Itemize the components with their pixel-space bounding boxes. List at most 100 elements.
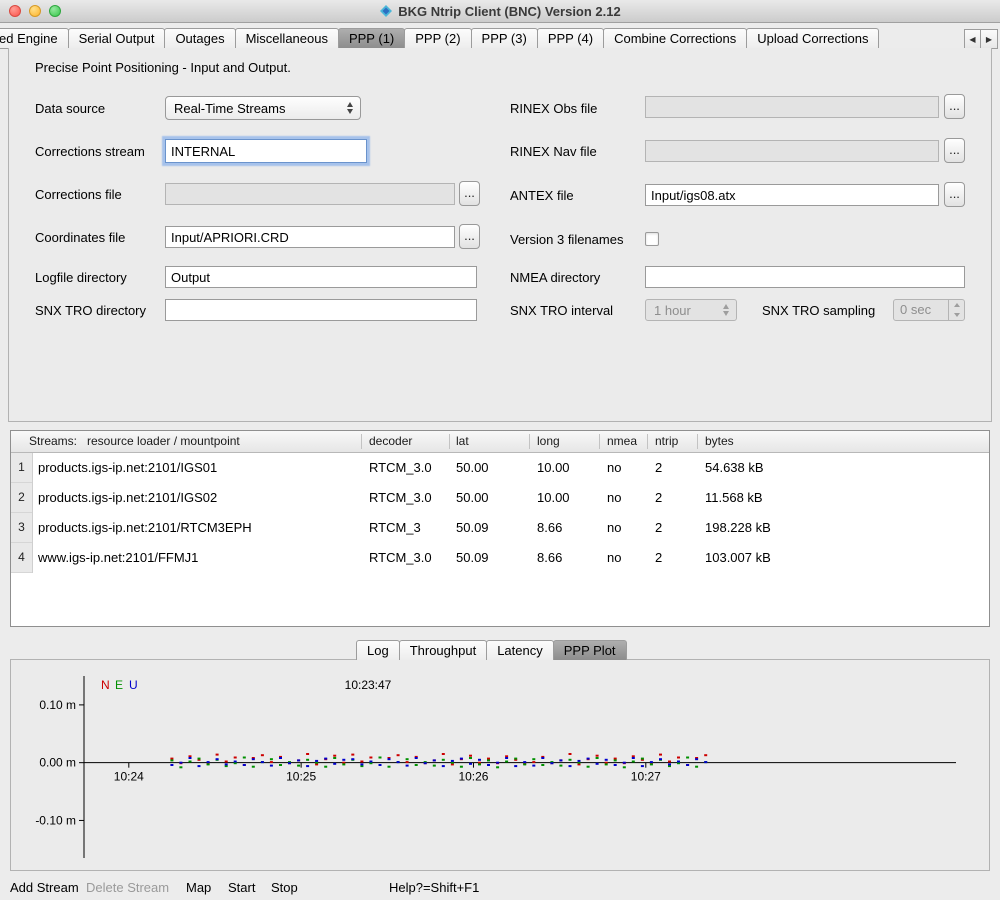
title-bar[interactable]: BKG Ntrip Client (BNC) Version 2.12 (0, 0, 1000, 23)
ppp-point-U (505, 757, 508, 759)
ppp-point-U (641, 765, 644, 767)
antex-file-browse-button[interactable]: ... (944, 182, 965, 207)
tab-log[interactable]: Log (356, 640, 400, 660)
ppp-point-N (668, 761, 671, 763)
streams-table-header: Streams: resource loader / mountpoint de… (11, 431, 989, 453)
tab-ppp-2[interactable]: PPP (2) (404, 28, 471, 48)
ppp-point-U (587, 758, 590, 760)
tab-ppp-plot[interactable]: PPP Plot (553, 640, 627, 660)
tab-feed-engine[interactable]: ed Engine (0, 28, 69, 48)
ppp-point-U (333, 763, 336, 765)
ppp-point-U (279, 757, 282, 759)
plot-legend-E: E (115, 678, 123, 692)
header-ntrip[interactable]: ntrip (655, 431, 678, 452)
coordinates-file-browse-button[interactable]: ... (459, 224, 480, 249)
data-source-select[interactable]: Real-Time Streams (165, 96, 361, 120)
ppp-point-E (433, 765, 436, 767)
corrections-file-input (165, 183, 455, 205)
start-button[interactable]: Start (228, 880, 255, 895)
table-row[interactable]: www.igs-ip.net:2101/FFMJ1 RTCM_3.0 50.09… (11, 543, 989, 573)
bnc-window: BKG Ntrip Client (BNC) Version 2.12 ed E… (0, 0, 1000, 900)
tab-combine-corrections[interactable]: Combine Corrections (603, 28, 747, 48)
tab-upload-corrections[interactable]: Upload Corrections (746, 28, 879, 48)
cell-long: 10.00 (537, 483, 570, 513)
snx-tro-sampling-label: SNX TRO sampling (762, 303, 875, 318)
tab-throughput[interactable]: Throughput (399, 640, 488, 660)
ppp-point-U (351, 758, 354, 760)
header-separator (599, 434, 600, 449)
ppp-point-E (379, 757, 382, 759)
cell-bytes: 54.638 kB (705, 453, 764, 483)
cell-decoder: RTCM_3 (369, 513, 421, 543)
combo-arrows-icon (718, 304, 736, 316)
ppp-point-E (532, 758, 535, 760)
coordinates-file-input[interactable] (165, 226, 455, 248)
tab-scroll-left-icon[interactable]: ◀ (964, 29, 981, 49)
tab-latency[interactable]: Latency (486, 640, 554, 660)
table-row[interactable]: products.igs-ip.net:2101/IGS02 RTCM_3.0 … (11, 483, 989, 513)
version3-filenames-checkbox[interactable] (645, 232, 659, 246)
ppp-point-E (523, 763, 526, 765)
tab-ppp-3[interactable]: PPP (3) (471, 28, 538, 48)
ppp-point-E (315, 762, 318, 764)
tab-outages[interactable]: Outages (164, 28, 235, 48)
ppp-point-U (379, 764, 382, 766)
corrections-file-browse-button[interactable]: ... (459, 181, 480, 206)
header-lat[interactable]: lat (456, 431, 469, 452)
ppp-point-U (668, 763, 671, 765)
ppp-point-E (297, 765, 300, 767)
ppp-point-U (369, 761, 372, 763)
snx-tro-directory-input[interactable] (165, 299, 477, 321)
header-decoder[interactable]: decoder (369, 431, 412, 452)
header-mountpoint[interactable]: Streams: resource loader / mountpoint (29, 431, 240, 452)
rinex-nav-browse-button[interactable]: ... (944, 138, 965, 163)
ppp-point-E (243, 757, 246, 759)
corrections-stream-label: Corrections stream (35, 144, 145, 159)
cell-lat: 50.09 (456, 513, 489, 543)
ppp-point-N (578, 763, 581, 765)
nmea-directory-input[interactable] (645, 266, 965, 288)
ppp-point-E (207, 763, 210, 765)
table-row[interactable]: products.igs-ip.net:2101/IGS01 RTCM_3.0 … (11, 453, 989, 483)
tab-ppp-4[interactable]: PPP (4) (537, 28, 604, 48)
header-bytes[interactable]: bytes (705, 431, 734, 452)
ppp-point-N (614, 758, 617, 760)
ppp-point-U (261, 761, 264, 763)
tab-serial-output[interactable]: Serial Output (68, 28, 166, 48)
ppp-point-N (487, 758, 490, 760)
ppp-point-U (388, 758, 391, 760)
tab-ppp-1[interactable]: PPP (1) (338, 28, 405, 48)
cell-mountpoint: products.igs-ip.net:2101/IGS01 (38, 453, 217, 483)
tab-miscellaneous[interactable]: Miscellaneous (235, 28, 339, 48)
rinex-obs-browse-button[interactable]: ... (944, 94, 965, 119)
ppp-point-U (451, 760, 454, 762)
ppp-point-U (704, 761, 707, 763)
ppp-point-E (189, 761, 192, 763)
plot-legend-U: U (129, 678, 138, 692)
ppp-point-U (523, 761, 526, 763)
corrections-stream-input[interactable] (165, 139, 367, 163)
ppp-point-N (704, 754, 707, 756)
antex-file-input[interactable] (645, 184, 939, 206)
stop-button[interactable]: Stop (271, 880, 298, 895)
ppp-point-N (315, 763, 318, 765)
map-button[interactable]: Map (186, 880, 211, 895)
rinex-nav-input (645, 140, 939, 162)
logfile-directory-input[interactable] (165, 266, 477, 288)
header-long[interactable]: long (537, 431, 560, 452)
cell-nmea: no (607, 513, 621, 543)
ppp-point-U (234, 761, 237, 763)
table-row[interactable]: products.igs-ip.net:2101/RTCM3EPH RTCM_3… (11, 513, 989, 543)
ppp-point-U (496, 762, 499, 764)
snx-tro-sampling-spinner: 0 sec (893, 299, 965, 321)
add-stream-button[interactable]: Add Stream (10, 880, 79, 895)
ppp-point-U (324, 758, 327, 760)
plot-y-tick-label: 0.10 m (39, 698, 76, 712)
cell-mountpoint: products.igs-ip.net:2101/IGS02 (38, 483, 217, 513)
header-separator (647, 434, 648, 449)
ppp-point-N (170, 758, 173, 760)
ppp-point-U (315, 760, 318, 762)
header-nmea[interactable]: nmea (607, 431, 637, 452)
ppp-point-U (550, 762, 553, 764)
tab-scroll-right-icon[interactable]: ▶ (981, 29, 998, 49)
